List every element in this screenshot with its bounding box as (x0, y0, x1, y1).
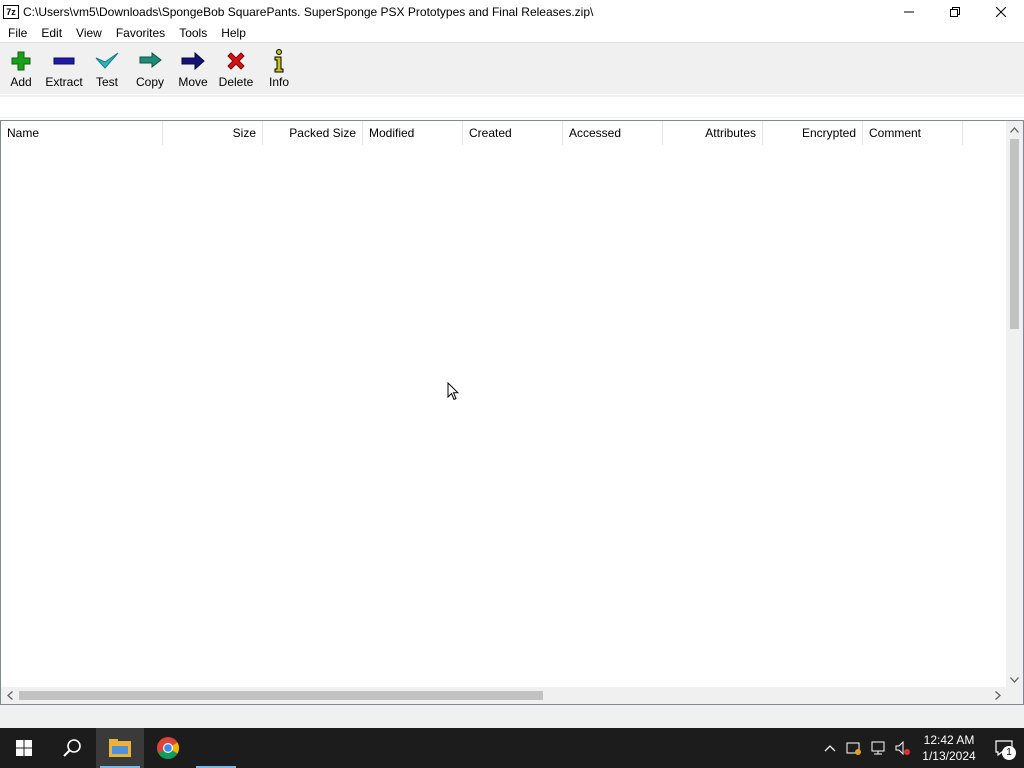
arrow-right-icon (181, 49, 205, 73)
notification-badge: 1 (1002, 746, 1016, 760)
move-label: Move (178, 75, 208, 89)
file-list[interactable]: Name Size Packed Size Modified Created A… (0, 120, 1024, 705)
chevron-up-icon (824, 745, 836, 752)
copy-button[interactable]: Copy (128, 43, 172, 93)
7zip-app-icon[interactable]: 7z (3, 5, 19, 19)
search-button[interactable] (48, 728, 96, 768)
column-comment[interactable]: Comment (863, 121, 963, 145)
address-field[interactable] (0, 97, 1024, 117)
column-name[interactable]: Name (1, 121, 163, 145)
minus-icon (52, 49, 76, 73)
delete-label: Delete (218, 75, 254, 89)
tray-network[interactable] (866, 728, 890, 768)
double-arrow-icon (138, 49, 162, 73)
tray-security[interactable] (842, 728, 866, 768)
menu-tools[interactable]: Tools (171, 26, 213, 40)
taskbar: 12:42 AM 1/13/2024 1 (0, 728, 1024, 768)
volume-muted-icon (895, 740, 910, 756)
windows-logo-icon (16, 740, 32, 756)
toolbar: Add Extract Test Copy Move Delete Info (0, 42, 1024, 94)
minimize-button[interactable] (886, 0, 932, 24)
scrollbar-corner (1006, 687, 1023, 704)
status-bar (0, 705, 1024, 728)
column-header-row: Name Size Packed Size Modified Created A… (1, 121, 1006, 145)
chevron-right-icon (994, 691, 1001, 700)
minimize-icon (904, 11, 914, 13)
tray-volume[interactable] (890, 728, 914, 768)
tray-overflow-button[interactable] (818, 728, 842, 768)
column-packed-size[interactable]: Packed Size (263, 121, 363, 145)
column-accessed[interactable]: Accessed (563, 121, 663, 145)
menu-edit[interactable]: Edit (33, 26, 68, 40)
plus-icon (9, 49, 33, 73)
action-center-button[interactable]: 1 (984, 728, 1024, 768)
column-size[interactable]: Size (163, 121, 263, 145)
restore-icon (950, 7, 960, 17)
scroll-down-arrow[interactable] (1006, 671, 1023, 688)
chrome-icon (157, 737, 179, 759)
search-icon (63, 739, 81, 757)
window-title: C:\Users\vm5\Downloads\SpongeBob SquareP… (23, 5, 594, 19)
info-button[interactable]: Info (258, 43, 300, 93)
security-icon (846, 742, 861, 755)
horizontal-scrollbar[interactable] (1, 687, 1006, 704)
menu-help[interactable]: Help (213, 26, 252, 40)
restore-button[interactable] (932, 0, 978, 24)
mouse-cursor-icon (447, 382, 459, 401)
checkmark-icon (95, 49, 119, 73)
extract-label: Extract (45, 75, 83, 89)
close-icon (996, 7, 1006, 17)
menu-favorites[interactable]: Favorites (108, 26, 171, 40)
chevron-up-icon (1010, 126, 1019, 133)
file-explorer-icon (109, 739, 131, 757)
scroll-right-arrow[interactable] (989, 687, 1006, 704)
add-label: Add (10, 75, 32, 89)
test-label: Test (95, 75, 118, 89)
extract-button[interactable]: Extract (42, 43, 86, 93)
address-bar (0, 94, 1024, 118)
vertical-scrollbar[interactable] (1006, 121, 1023, 688)
copy-label: Copy (135, 75, 164, 89)
taskbar-chrome[interactable] (144, 728, 192, 768)
menu-bar: File Edit View Favorites Tools Help (0, 24, 1024, 42)
test-button[interactable]: Test (86, 43, 128, 93)
clock-date: 1/13/2024 (922, 749, 976, 763)
tray-clock[interactable]: 12:42 AM 1/13/2024 (914, 732, 984, 764)
column-modified[interactable]: Modified (363, 121, 463, 145)
x-icon (224, 49, 248, 73)
column-attributes[interactable]: Attributes (663, 121, 763, 145)
menu-view[interactable]: View (68, 26, 108, 40)
scroll-left-arrow[interactable] (1, 687, 18, 704)
column-created[interactable]: Created (463, 121, 563, 145)
scroll-up-arrow[interactable] (1006, 121, 1023, 138)
clock-time: 12:42 AM (923, 733, 975, 747)
window-controls (886, 0, 1024, 24)
column-encrypted[interactable]: Encrypted (763, 121, 863, 145)
title-bar[interactable]: 7z C:\Users\vm5\Downloads\SpongeBob Squa… (0, 0, 1024, 24)
taskbar-file-explorer[interactable] (96, 728, 144, 768)
chevron-left-icon (6, 691, 13, 700)
delete-button[interactable]: Delete (214, 43, 258, 93)
info-label: Info (268, 75, 289, 89)
vertical-scroll-thumb[interactable] (1010, 139, 1019, 329)
menu-file[interactable]: File (0, 26, 33, 40)
info-icon (267, 49, 291, 73)
network-icon (871, 741, 885, 755)
taskbar-7zip[interactable] (192, 728, 240, 768)
close-button[interactable] (978, 0, 1024, 24)
start-button[interactable] (0, 728, 48, 768)
add-button[interactable]: Add (0, 43, 42, 93)
horizontal-scroll-thumb[interactable] (19, 691, 543, 700)
move-button[interactable]: Move (172, 43, 214, 93)
system-tray: 12:42 AM 1/13/2024 1 (818, 728, 1024, 768)
chevron-down-icon (1010, 676, 1019, 683)
